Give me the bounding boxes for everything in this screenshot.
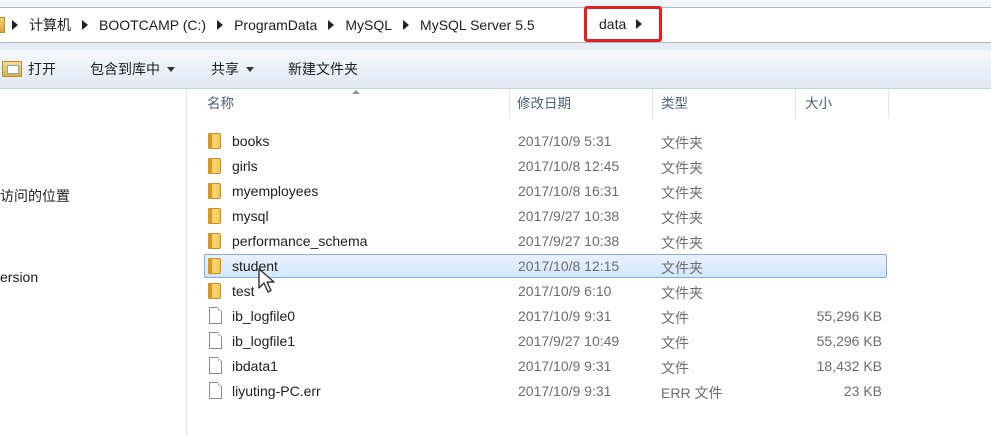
file-type: 文件夹 (661, 260, 703, 276)
file-row[interactable]: mysql 2017/9/27 10:38 文件夹 (204, 204, 887, 228)
open-button[interactable]: 打开 (0, 59, 56, 79)
folder-icon (0, 17, 5, 33)
file-type: 文件夹 (661, 160, 703, 176)
file-row[interactable]: performance_schema 2017/9/27 10:38 文件夹 (204, 229, 887, 253)
chevron-right-icon[interactable] (12, 20, 18, 30)
file-type: 文件夹 (661, 235, 703, 251)
file-size: 55,296 KB (816, 333, 882, 349)
breadcrumb-mysql-server[interactable]: MySQL Server 5.5 (416, 17, 539, 33)
breadcrumb-mysql[interactable]: MySQL (341, 17, 396, 33)
file-name: ibdata1 (232, 358, 278, 374)
file-row[interactable]: girls 2017/10/8 12:45 文件夹 (204, 154, 887, 178)
chevron-right-icon[interactable] (403, 20, 410, 30)
file-row[interactable]: myemployees 2017/10/8 16:31 文件夹 (204, 179, 887, 203)
file-date: 2017/9/27 10:38 (518, 233, 620, 249)
navigation-pane: 访问的位置 ersion (0, 89, 187, 436)
file-icon (209, 307, 222, 324)
chevron-down-icon (167, 66, 175, 72)
file-icon (209, 357, 222, 374)
include-library-label: 包含到库中 (90, 61, 160, 77)
file-row[interactable]: test 2017/10/9 6:10 文件夹 (204, 279, 887, 303)
column-header-size[interactable]: 大小 (796, 89, 889, 119)
chevron-down-icon (246, 66, 254, 72)
file-date: 2017/10/9 9:31 (518, 358, 612, 374)
file-date: 2017/9/27 10:49 (518, 333, 620, 349)
share-label: 共享 (211, 61, 239, 77)
file-date: 2017/10/9 9:31 (518, 308, 612, 324)
chevron-right-icon[interactable] (636, 19, 643, 29)
file-name: myemployees (232, 183, 319, 199)
file-name: liyuting-PC.err (232, 383, 321, 399)
file-date: 2017/9/27 10:38 (518, 208, 620, 224)
breadcrumb: 计算机 BOOTCAMP (C:) ProgramData MySQL MySQ… (0, 8, 539, 42)
file-size: 23 KB (843, 383, 882, 399)
file-type: 文件 (661, 360, 689, 376)
folder-icon (208, 133, 221, 149)
folder-icon (208, 183, 221, 199)
nav-item-version[interactable]: ersion (0, 269, 38, 285)
address-bar[interactable]: 计算机 BOOTCAMP (C:) ProgramData MySQL MySQ… (0, 7, 991, 43)
file-name: ib_logfile0 (232, 308, 296, 324)
file-name: performance_schema (232, 233, 368, 249)
file-date: 2017/10/9 5:31 (518, 133, 612, 149)
folder-icon (208, 283, 221, 299)
breadcrumb-data[interactable]: data (599, 16, 626, 32)
file-date: 2017/10/8 12:45 (518, 158, 620, 174)
mouse-cursor-icon (258, 268, 275, 293)
file-type: 文件夹 (661, 185, 703, 201)
column-header-name[interactable]: 名称 (187, 89, 510, 119)
file-name: test (232, 283, 255, 299)
file-name: ib_logfile1 (232, 333, 296, 349)
file-name: girls (232, 158, 258, 174)
file-type: ERR 文件 (661, 385, 723, 401)
file-row[interactable]: ibdata1 2017/10/9 9:31 文件 18,432 KB (204, 354, 887, 378)
file-size: 55,296 KB (816, 308, 882, 324)
file-type: 文件 (661, 310, 689, 326)
file-date: 2017/10/8 12:15 (518, 258, 620, 274)
chevron-right-icon[interactable] (217, 20, 224, 30)
new-folder-label: 新建文件夹 (288, 61, 358, 77)
address-bar-area: 计算机 BOOTCAMP (C:) ProgramData MySQL MySQ… (0, 0, 991, 50)
file-icon (209, 382, 222, 399)
chevron-right-icon[interactable] (82, 20, 88, 30)
file-list: 名称 修改日期 类型 大小 books 2017/10/9 5:31 文件夹 girl… (187, 89, 991, 436)
file-name: books (232, 133, 270, 149)
file-row[interactable]: books 2017/10/9 5:31 文件夹 (204, 129, 887, 153)
file-size: 18,432 KB (816, 358, 882, 374)
file-type: 文件夹 (661, 285, 703, 301)
file-type: 文件夹 (661, 210, 703, 226)
folder-icon (208, 258, 221, 274)
breadcrumb-drive[interactable]: BOOTCAMP (C:) (95, 17, 210, 33)
share-button[interactable]: 共享 (211, 59, 254, 79)
folder-icon (208, 158, 221, 174)
breadcrumb-programdata[interactable]: ProgramData (230, 17, 321, 33)
file-type: 文件 (661, 335, 689, 351)
include-library-button[interactable]: 包含到库中 (90, 59, 175, 79)
open-label: 打开 (28, 61, 56, 77)
breadcrumb-computer[interactable]: 计算机 (25, 15, 75, 35)
command-bar: 打开 包含到库中 共享 新建文件夹 (0, 50, 991, 89)
file-date: 2017/10/9 9:31 (518, 383, 612, 399)
nav-item-recent-places[interactable]: 访问的位置 (0, 186, 70, 206)
column-header-type[interactable]: 类型 (653, 89, 796, 119)
breadcrumb-current-highlight[interactable]: data (584, 6, 662, 42)
file-type: 文件夹 (661, 135, 703, 151)
file-icon (209, 332, 222, 349)
file-name: mysql (232, 208, 269, 224)
file-row[interactable]: ib_logfile0 2017/10/9 9:31 文件 55,296 KB (204, 304, 887, 328)
new-folder-button[interactable]: 新建文件夹 (288, 59, 358, 79)
folder-icon (208, 233, 221, 249)
open-folder-icon (2, 61, 22, 77)
folder-icon (208, 208, 221, 224)
file-row[interactable]: ib_logfile1 2017/9/27 10:49 文件 55,296 KB (204, 329, 887, 353)
file-row[interactable]: liyuting-PC.err 2017/10/9 9:31 ERR 文件 23 KB (204, 379, 887, 403)
chevron-right-icon[interactable] (328, 20, 335, 30)
file-row[interactable]: student 2017/10/8 12:15 文件夹 (204, 254, 887, 278)
file-date: 2017/10/8 16:31 (518, 183, 620, 199)
column-header-date[interactable]: 修改日期 (510, 89, 653, 119)
file-date: 2017/10/9 6:10 (518, 283, 612, 299)
